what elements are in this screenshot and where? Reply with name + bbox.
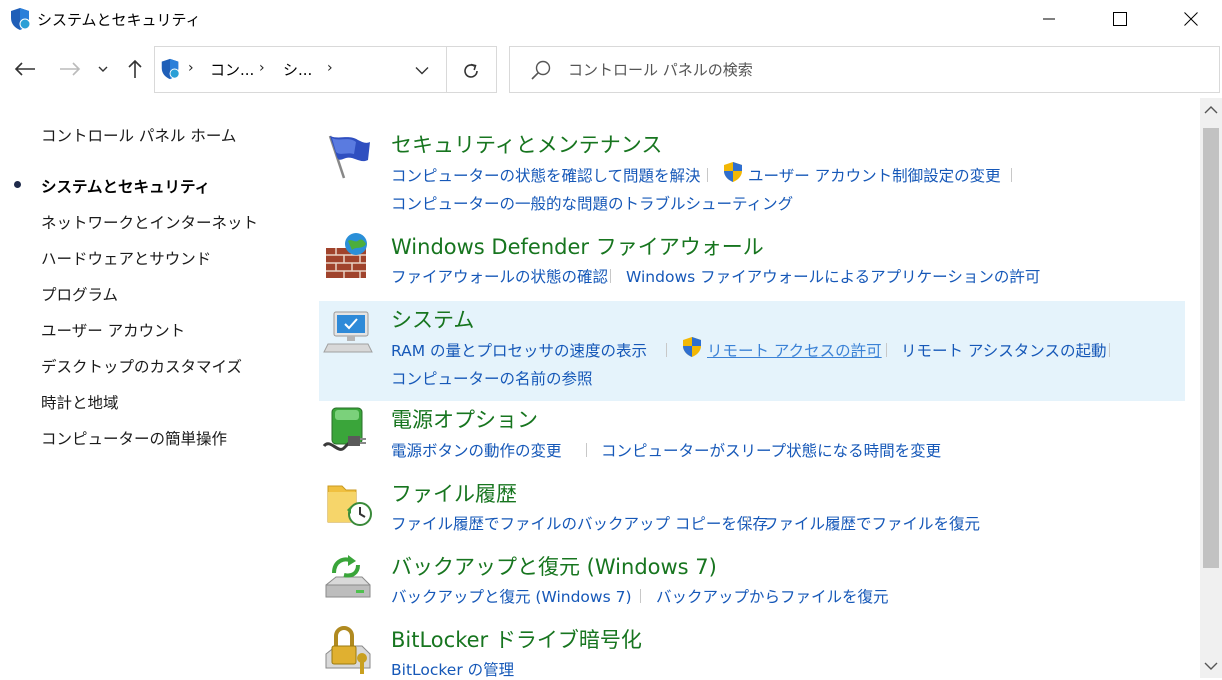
sidebar-item-ease-of-access[interactable]: コンピューターの簡単操作 <box>41 427 227 449</box>
active-bullet-icon <box>14 181 21 188</box>
uac-shield-icon <box>724 162 742 182</box>
link-computer-name[interactable]: コンピューターの名前の参照 <box>391 367 593 389</box>
link-sleep-time[interactable]: コンピューターがスリープ状態になる時間を変更 <box>601 439 941 461</box>
link-allow-app-firewall[interactable]: Windows ファイアウォールによるアプリケーションの許可 <box>626 265 1040 287</box>
link-view-ram-processor[interactable]: RAM の量とプロセッサの速度の表示 <box>391 339 647 361</box>
vertical-scrollbar[interactable] <box>1200 98 1222 678</box>
link-manage-bitlocker[interactable]: BitLocker の管理 <box>391 658 514 680</box>
separator <box>610 269 611 283</box>
link-power-button-action[interactable]: 電源ボタンの動作の変更 <box>391 439 562 461</box>
arrow-left-icon <box>14 62 35 76</box>
recent-locations-button[interactable] <box>92 56 114 82</box>
sidebar-item-clock-region[interactable]: 時計と地域 <box>41 391 119 413</box>
link-restore-files[interactable]: ファイル履歴でファイルを復元 <box>763 512 980 534</box>
uac-shield-icon <box>683 337 701 357</box>
minimize-button[interactable] <box>1014 0 1084 38</box>
file-history-icon <box>327 485 372 526</box>
separator <box>886 343 887 357</box>
link-troubleshoot[interactable]: コンピューターの一般的な問題のトラブルシューティング <box>391 192 793 214</box>
chevron-down-icon <box>415 66 429 74</box>
shield-icon <box>11 8 31 30</box>
separator <box>586 443 587 457</box>
chevron-down-icon <box>98 66 108 72</box>
link-restore-from-backup[interactable]: バックアップからファイルを復元 <box>656 585 889 607</box>
close-button[interactable] <box>1156 0 1222 38</box>
search-input[interactable] <box>568 57 1188 83</box>
arrow-up-icon <box>128 59 142 78</box>
refresh-icon <box>464 63 478 78</box>
search-box[interactable] <box>509 46 1220 93</box>
separator <box>1109 343 1110 357</box>
link-allow-remote-access[interactable]: リモート アクセスの許可 <box>707 339 882 361</box>
maximize-icon <box>1113 12 1127 26</box>
category-title-security-maintenance[interactable]: セキュリティとメンテナンス <box>391 129 662 159</box>
bitlocker-icon <box>325 626 371 674</box>
chevron-right-icon: › <box>188 60 194 76</box>
scroll-down-icon[interactable] <box>1204 662 1218 670</box>
link-backup-restore-win7[interactable]: バックアップと復元 (Windows 7) <box>391 585 632 607</box>
arrow-right-icon <box>60 62 81 76</box>
sidebar-item-hardware-sound[interactable]: ハードウェアとサウンド <box>41 247 211 269</box>
sidebar-item-user-accounts[interactable]: ユーザー アカウント <box>41 319 185 341</box>
sidebar-item-programs[interactable]: プログラム <box>41 283 118 305</box>
close-icon <box>1184 12 1198 26</box>
separator <box>707 168 708 182</box>
forward-button[interactable] <box>57 56 83 82</box>
link-save-backup-copies[interactable]: ファイル履歴でファイルのバックアップ コピーを保存 <box>391 512 768 534</box>
category-title-power-options[interactable]: 電源オプション <box>391 404 538 434</box>
sidebar-item-system-security[interactable]: システムとセキュリティ <box>41 175 210 197</box>
address-history-button[interactable] <box>411 59 433 81</box>
window-title: システムとセキュリティ <box>37 11 201 29</box>
category-title-file-history[interactable]: ファイル履歴 <box>391 478 517 508</box>
chevron-right-icon[interactable]: › <box>259 60 265 76</box>
firewall-icon <box>326 233 367 278</box>
title-bar: システムとセキュリティ <box>0 0 1222 38</box>
link-review-status[interactable]: コンピューターの状態を確認して問題を解決 <box>391 164 701 186</box>
backup-icon <box>325 555 371 598</box>
minimize-icon <box>1043 18 1055 20</box>
separator <box>747 516 748 530</box>
chevron-right-icon[interactable]: › <box>327 60 333 76</box>
link-firewall-status[interactable]: ファイアウォールの状態の確認 <box>391 265 608 287</box>
scrollbar-thumb[interactable] <box>1203 128 1219 568</box>
up-button[interactable] <box>122 56 148 82</box>
address-bar[interactable]: › コン... › シ... › <box>154 46 497 93</box>
category-title-system[interactable]: システム <box>391 304 474 334</box>
flag-icon <box>328 135 370 179</box>
link-launch-remote-assistance[interactable]: リモート アシスタンスの起動 <box>901 339 1107 361</box>
sidebar-item-appearance[interactable]: デスクトップのカスタマイズ <box>41 355 242 377</box>
sidebar-item-control-panel-home[interactable]: コントロール パネル ホーム <box>41 124 236 146</box>
search-icon <box>531 60 551 80</box>
battery-icon <box>322 407 366 451</box>
breadcrumb-control-panel[interactable]: コン... <box>210 59 254 80</box>
category-title-bitlocker[interactable]: BitLocker ドライブ暗号化 <box>391 624 642 654</box>
back-button[interactable] <box>12 56 38 82</box>
scroll-up-icon[interactable] <box>1204 106 1218 114</box>
computer-icon <box>323 311 373 353</box>
sidebar-item-network-internet[interactable]: ネットワークとインターネット <box>41 211 258 233</box>
shield-icon <box>161 58 180 80</box>
separator <box>666 343 667 357</box>
maximize-button[interactable] <box>1085 0 1155 38</box>
link-uac-settings[interactable]: ユーザー アカウント制御設定の変更 <box>748 164 1001 186</box>
breadcrumb-system-security[interactable]: シ... <box>283 59 312 80</box>
refresh-button[interactable] <box>458 58 484 84</box>
category-title-firewall[interactable]: Windows Defender ファイアウォール <box>391 231 764 261</box>
separator <box>1011 168 1012 182</box>
divider <box>446 47 447 92</box>
separator <box>640 589 641 603</box>
category-title-backup-restore[interactable]: バックアップと復元 (Windows 7) <box>391 551 717 581</box>
